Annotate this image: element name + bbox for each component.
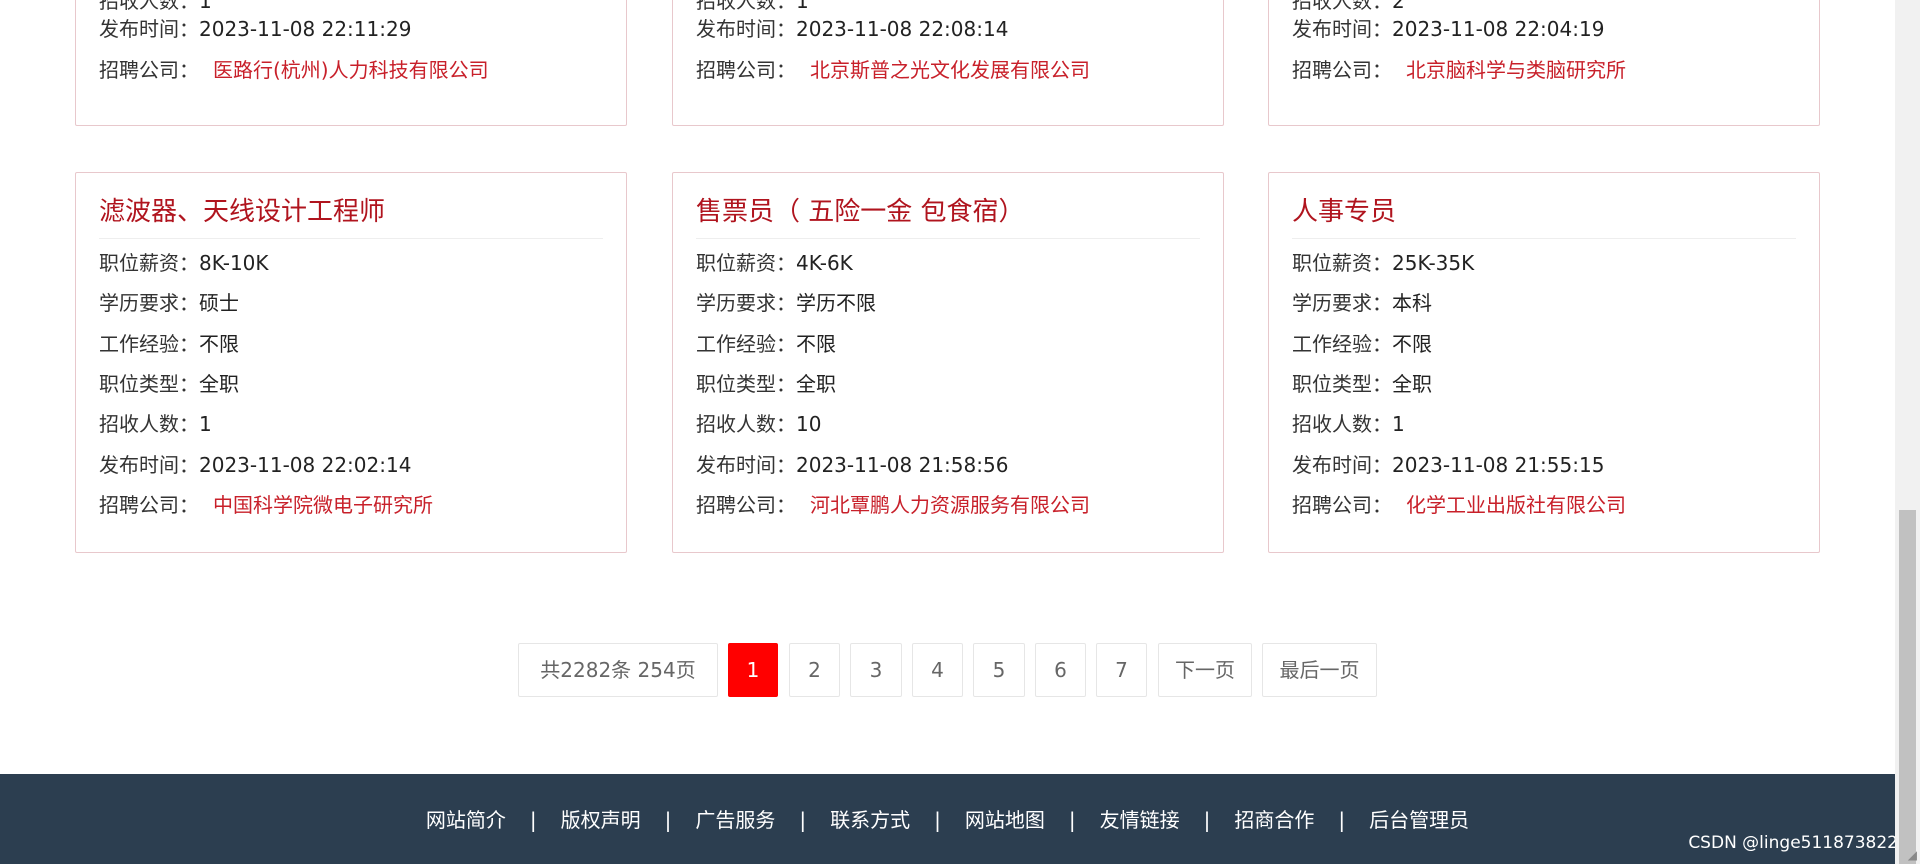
count-row: 招收人数：1 — [1292, 412, 1405, 436]
time-row: 发布时间：2023-11-08 22:02:14 — [99, 453, 412, 477]
job-type-row: 职位类型：全职 — [696, 372, 836, 396]
csdn-watermark: CSDN @linge511873822 — [1688, 833, 1898, 853]
footer-link-business[interactable]: 招商合作 — [1234, 808, 1314, 832]
footer: 网站简介 | 版权声明 | 广告服务 | 联系方式 | 网站地图 | 友情链接 | 招商合作 | 后台管理员 — [0, 774, 1895, 864]
footer-separator: | — [934, 808, 941, 832]
footer-link-about[interactable]: 网站简介 — [426, 808, 506, 832]
salary-row: 职位薪资：4K-6K — [696, 251, 853, 275]
company-row: 招聘公司： 医路行(杭州)人力科技有限公司 — [99, 58, 489, 82]
company-row: 招聘公司： 河北覃鹏人力资源服务有限公司 — [696, 493, 1090, 517]
page-3-button[interactable]: 3 — [850, 643, 902, 697]
job-card[interactable]: 招收人数：1 发布时间：2023-11-08 22:11:29 招聘公司： 医路行… — [75, 0, 627, 126]
footer-separator: | — [1068, 808, 1076, 832]
job-title[interactable]: 人事专员 — [1292, 187, 1796, 239]
time-row: 发布时间：2023-11-08 22:04:19 — [1292, 17, 1605, 41]
footer-separator: | — [799, 808, 807, 832]
footer-separator: | — [529, 808, 537, 832]
page-6-button[interactable]: 6 — [1035, 643, 1086, 697]
company-row: 招聘公司： 化学工业出版社有限公司 — [1292, 493, 1626, 517]
job-title[interactable]: 滤波器、天线设计工程师 — [99, 187, 603, 239]
company-link[interactable]: 北京脑科学与类脑研究所 — [1406, 58, 1626, 82]
company-link[interactable]: 北京斯普之光文化发展有限公司 — [810, 58, 1090, 82]
content-area: 招收人数：1 发布时间：2023-11-08 22:11:29 招聘公司： 医路行… — [0, 0, 1895, 864]
page-2-button[interactable]: 2 — [789, 643, 840, 697]
job-card[interactable]: 人事专员 职位薪资：25K-35K 学历要求：本科 工作经验：不限 职位类型：全… — [1268, 172, 1820, 553]
job-card[interactable]: 招收人数：1 发布时间：2023-11-08 22:08:14 招聘公司： 北京斯… — [672, 0, 1224, 126]
pagination-summary: 共2282条 254页 — [518, 643, 718, 697]
company-row: 招聘公司： 中国科学院微电子研究所 — [99, 493, 433, 517]
education-row: 学历要求：本科 — [1292, 291, 1432, 315]
job-card[interactable]: 招收人数：2 发布时间：2023-11-08 22:04:19 招聘公司： 北京脑… — [1268, 0, 1820, 126]
page-5-button[interactable]: 5 — [973, 643, 1025, 697]
footer-link-admin[interactable]: 后台管理员 — [1369, 808, 1469, 832]
scrollbar-thumb[interactable] — [1899, 510, 1916, 864]
next-page-button[interactable]: 下一页 — [1158, 643, 1252, 697]
footer-link-ads[interactable]: 广告服务 — [695, 808, 775, 832]
last-page-button[interactable]: 最后一页 — [1262, 643, 1377, 697]
footer-nav: 网站简介 | 版权声明 | 广告服务 | 联系方式 | 网站地图 | 友情链接 | 招商合作 | 后台管理员 — [0, 804, 1895, 833]
time-row: 发布时间：2023-11-08 21:58:56 — [696, 453, 1009, 477]
experience-row: 工作经验：不限 — [1292, 332, 1432, 356]
job-title[interactable]: 售票员（ 五险一金 包食宿） — [696, 187, 1200, 239]
page-4-button[interactable]: 4 — [912, 643, 963, 697]
company-row: 招聘公司： 北京脑科学与类脑研究所 — [1292, 58, 1626, 82]
company-link[interactable]: 医路行(杭州)人力科技有限公司 — [213, 58, 489, 82]
company-link[interactable]: 河北覃鹏人力资源服务有限公司 — [810, 493, 1090, 517]
footer-link-contact[interactable]: 联系方式 — [830, 808, 910, 832]
company-link[interactable]: 中国科学院微电子研究所 — [213, 493, 433, 517]
company-link[interactable]: 化学工业出版社有限公司 — [1406, 493, 1626, 517]
footer-link-friends[interactable]: 友情链接 — [1100, 808, 1180, 832]
job-type-row: 职位类型：全职 — [1292, 372, 1432, 396]
job-card[interactable]: 滤波器、天线设计工程师 职位薪资：8K-10K 学历要求：硕士 工作经验：不限 … — [75, 172, 627, 553]
resize-grip-icon: ◢ — [1907, 848, 1917, 862]
experience-row: 工作经验：不限 — [99, 332, 239, 356]
job-type-row: 职位类型：全职 — [99, 372, 239, 396]
page: 招收人数：1 发布时间：2023-11-08 22:11:29 招聘公司： 医路行… — [0, 0, 1920, 864]
time-row: 发布时间：2023-11-08 21:55:15 — [1292, 453, 1605, 477]
company-row: 招聘公司： 北京斯普之光文化发展有限公司 — [696, 58, 1090, 82]
job-card[interactable]: 售票员（ 五险一金 包食宿） 职位薪资：4K-6K 学历要求：学历不限 工作经验… — [672, 172, 1224, 553]
footer-link-sitemap[interactable]: 网站地图 — [965, 808, 1045, 832]
count-row: 招收人数：10 — [696, 412, 822, 436]
time-row: 发布时间：2023-11-08 22:08:14 — [696, 17, 1009, 41]
salary-row: 职位薪资：25K-35K — [1292, 251, 1475, 275]
time-row: 发布时间：2023-11-08 22:11:29 — [99, 17, 412, 41]
footer-link-copyright[interactable]: 版权声明 — [561, 808, 641, 832]
count-row: 招收人数：1 — [99, 412, 212, 436]
salary-row: 职位薪资：8K-10K — [99, 251, 269, 275]
experience-row: 工作经验：不限 — [696, 332, 836, 356]
footer-separator: | — [1338, 808, 1346, 832]
page-1-button[interactable]: 1 — [728, 643, 778, 697]
footer-separator: | — [1203, 808, 1211, 832]
page-7-button[interactable]: 7 — [1096, 643, 1147, 697]
education-row: 学历要求：学历不限 — [696, 291, 876, 315]
footer-separator: | — [664, 808, 672, 832]
education-row: 学历要求：硕士 — [99, 291, 239, 315]
